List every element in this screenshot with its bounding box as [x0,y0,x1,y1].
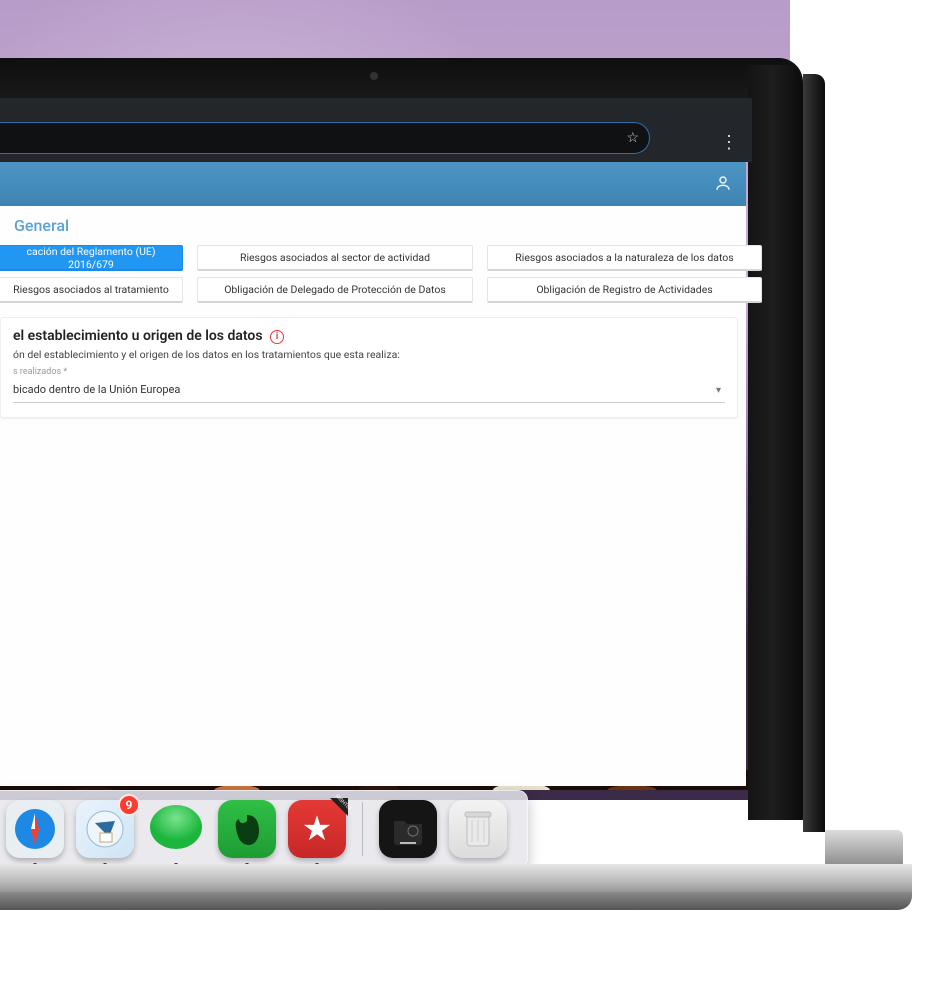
info-required-icon[interactable]: i [270,330,284,344]
chevron-down-icon: ▾ [716,385,721,396]
select-value: bicado dentro de la Unión Europea [13,383,180,396]
browser-menu-icon[interactable]: ⋮ [720,132,738,153]
form-card: el establecimiento u origen de los datos… [0,317,738,418]
tab-reglamento-active[interactable]: cación del Reglamento (UE) 2016/679 [0,245,183,271]
dock-app-mail[interactable]: 9 [76,800,134,858]
tab-obligacion-registro[interactable]: Obligación de Registro de Actividades [487,277,762,303]
card-title-text: el establecimiento u origen de los datos [13,328,263,344]
laptop-hinge-right [825,830,903,866]
address-bar[interactable]: ☆ [0,122,650,154]
user-account-icon[interactable] [714,174,732,196]
dock-app-messages[interactable] [146,800,206,858]
field-label: s realizados * [13,367,725,377]
breadcrumb-general[interactable]: General [0,206,746,245]
dock-app-safari[interactable] [6,800,64,858]
laptop-mockup: ☆ ⋮ General cación del Reglamento (UE) 2… [0,0,941,1000]
page-content: General cación del Reglamento (UE) 2016/… [0,206,746,786]
tab-riesgos-sector[interactable]: Riesgos asociados al sector de actividad [197,245,473,271]
location-select[interactable]: bicado dentro de la Unión Europea ▾ [13,379,725,403]
tab-riesgos-tratamiento[interactable]: Riesgos asociados al tratamiento [0,277,183,303]
bookmark-star-icon[interactable]: ☆ [626,130,639,146]
dock-app-evernote[interactable] [218,800,276,858]
tab-obligacion-delegado[interactable]: Obligación de Delegado de Protección de … [197,277,473,303]
macos-dock: 9 ★ NIGHTLY [0,790,528,868]
dock-separator [362,802,363,856]
app-header [0,162,746,206]
tab-group: cación del Reglamento (UE) 2016/679 Ries… [0,245,746,311]
laptop-deck [0,864,912,894]
card-title: el establecimiento u origen de los datos… [13,328,725,344]
dock-item-folder[interactable] [379,800,437,858]
laptop-camera [370,72,378,80]
dock-app-wunderlist[interactable]: ★ NIGHTLY [288,800,346,858]
laptop-side-edge [803,74,825,832]
laptop-deck-lip [0,892,912,910]
dock-item-trash[interactable] [449,800,507,858]
card-help-text: ón del establecimiento y el origen de lo… [13,348,725,361]
mail-badge: 9 [118,794,140,816]
laptop-right-bezel [748,65,803,820]
laptop-top-bezel [0,58,803,103]
tab-riesgos-naturaleza[interactable]: Riesgos asociados a la naturaleza de los… [487,245,762,271]
